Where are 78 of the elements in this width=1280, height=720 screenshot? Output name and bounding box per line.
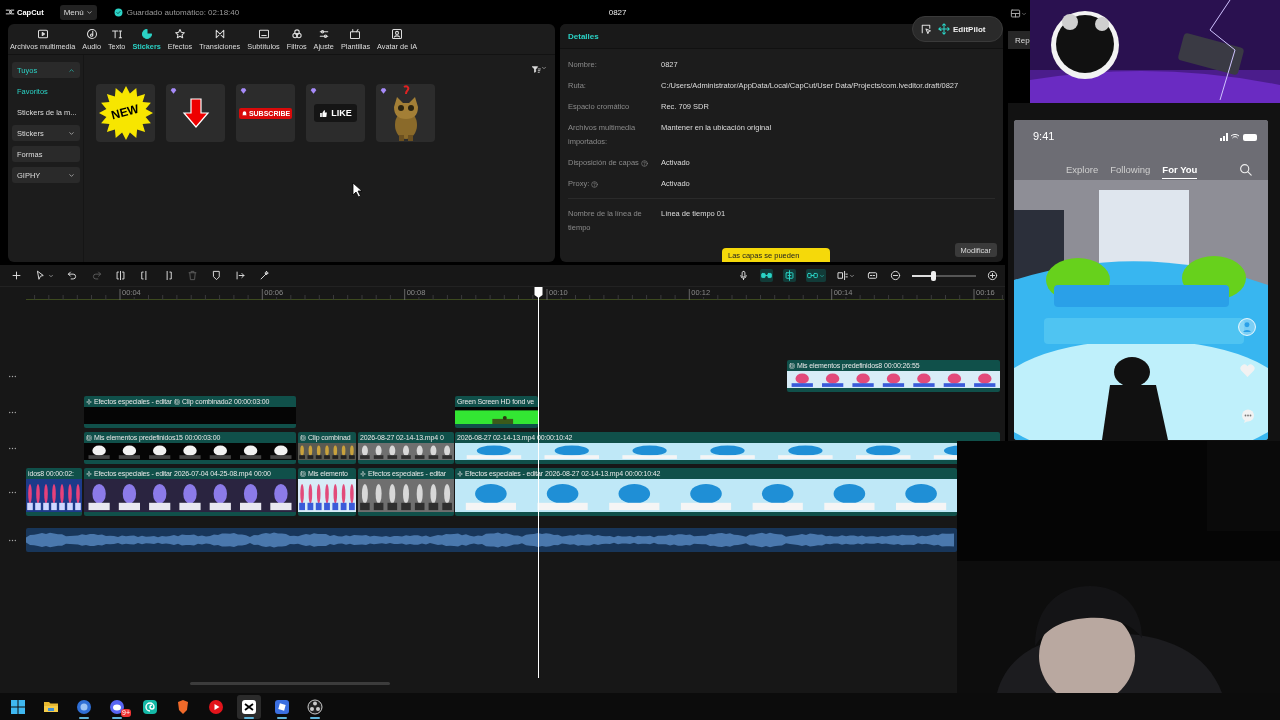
move-icon xyxy=(938,23,950,35)
cube-icon xyxy=(274,698,290,715)
layout-icon[interactable] xyxy=(1008,8,1027,19)
sticker-tile[interactable]: NEW xyxy=(96,84,155,142)
plus-icon[interactable] xyxy=(11,270,22,281)
play-icon xyxy=(36,28,49,40)
check-icon xyxy=(113,7,123,17)
sticker-tile[interactable] xyxy=(166,84,225,142)
disc-icon xyxy=(85,28,98,40)
scrollbar[interactable] xyxy=(190,682,390,685)
shield-icon xyxy=(175,698,191,715)
split-icon[interactable] xyxy=(115,270,126,281)
clip-icon xyxy=(86,434,92,441)
window-title: 0827 xyxy=(608,7,627,17)
link-icon[interactable] xyxy=(760,269,773,282)
sticker-tile[interactable] xyxy=(376,84,435,142)
panel-title: Detalles xyxy=(568,31,599,41)
link-icon[interactable] xyxy=(806,269,826,282)
slider-thumb[interactable] xyxy=(931,270,937,281)
sticker-text: NEW xyxy=(109,101,141,123)
snap-icon[interactable] xyxy=(783,269,796,282)
sticker-text: LIKE xyxy=(331,108,352,118)
thumbs-up-icon xyxy=(319,108,329,118)
report-button[interactable]: Rep xyxy=(1008,31,1030,49)
captions-icon[interactable] xyxy=(866,269,879,282)
circles-icon xyxy=(290,28,303,40)
marker-icon[interactable] xyxy=(211,270,222,281)
avatar-icon xyxy=(391,28,404,40)
microphone-icon[interactable] xyxy=(737,269,750,282)
bowtie-icon xyxy=(213,28,226,40)
bell-icon xyxy=(240,109,248,117)
filter-icon[interactable] xyxy=(532,65,547,74)
star-icon xyxy=(174,28,186,40)
caret-icon xyxy=(85,8,93,16)
wand-icon[interactable] xyxy=(259,270,270,281)
caret-icon xyxy=(68,171,75,179)
caret-icon xyxy=(68,129,75,137)
cursor-icon xyxy=(352,182,363,198)
clip-icon xyxy=(300,434,306,441)
box-icon xyxy=(349,28,362,40)
sparkle-icon xyxy=(360,470,366,477)
status-icons xyxy=(1220,132,1258,142)
sticker-icon xyxy=(140,28,153,40)
pointer-icon[interactable] xyxy=(35,270,54,281)
clip-icon xyxy=(789,362,795,369)
clip-icon xyxy=(300,470,306,477)
sparkle-icon xyxy=(86,470,92,477)
editpilot-button[interactable]: EditPilot xyxy=(936,23,988,35)
starburst-icon xyxy=(98,86,153,140)
subtitles-icon xyxy=(257,28,270,40)
pointer-box-icon[interactable] xyxy=(920,23,932,35)
caret-icon xyxy=(68,66,75,74)
zoom-in-icon[interactable] xyxy=(986,269,999,282)
play-icon xyxy=(208,698,224,715)
zoom-out-icon[interactable] xyxy=(889,269,902,282)
autosave-status: Guardado automático: 02:18:40 xyxy=(126,7,240,17)
editor-icon xyxy=(241,698,257,715)
trim-right-icon[interactable] xyxy=(163,270,174,281)
trim-left-icon[interactable] xyxy=(139,270,150,281)
sliders-icon xyxy=(317,28,330,40)
sparkle-icon xyxy=(457,470,463,477)
text-icon xyxy=(110,28,123,40)
clip-icon xyxy=(174,398,181,405)
freeze-icon[interactable] xyxy=(235,270,246,281)
search-icon[interactable] xyxy=(1239,163,1252,176)
undo-icon[interactable] xyxy=(67,270,78,281)
tab[interactable]: For You xyxy=(1162,164,1198,179)
arrow-down-icon xyxy=(181,97,210,129)
start-icon xyxy=(10,698,26,715)
browser-icon xyxy=(76,698,92,715)
status-time: 9:41 xyxy=(1033,130,1055,142)
aperture-icon xyxy=(307,698,323,715)
preview-icon[interactable] xyxy=(836,269,856,282)
taskbar-button[interactable] xyxy=(237,694,261,719)
sticker-tile[interactable]: LIKE xyxy=(306,84,365,142)
spiral-icon xyxy=(142,698,158,715)
sparkle-icon xyxy=(86,398,92,405)
menu-button[interactable]: Menú xyxy=(59,4,97,20)
